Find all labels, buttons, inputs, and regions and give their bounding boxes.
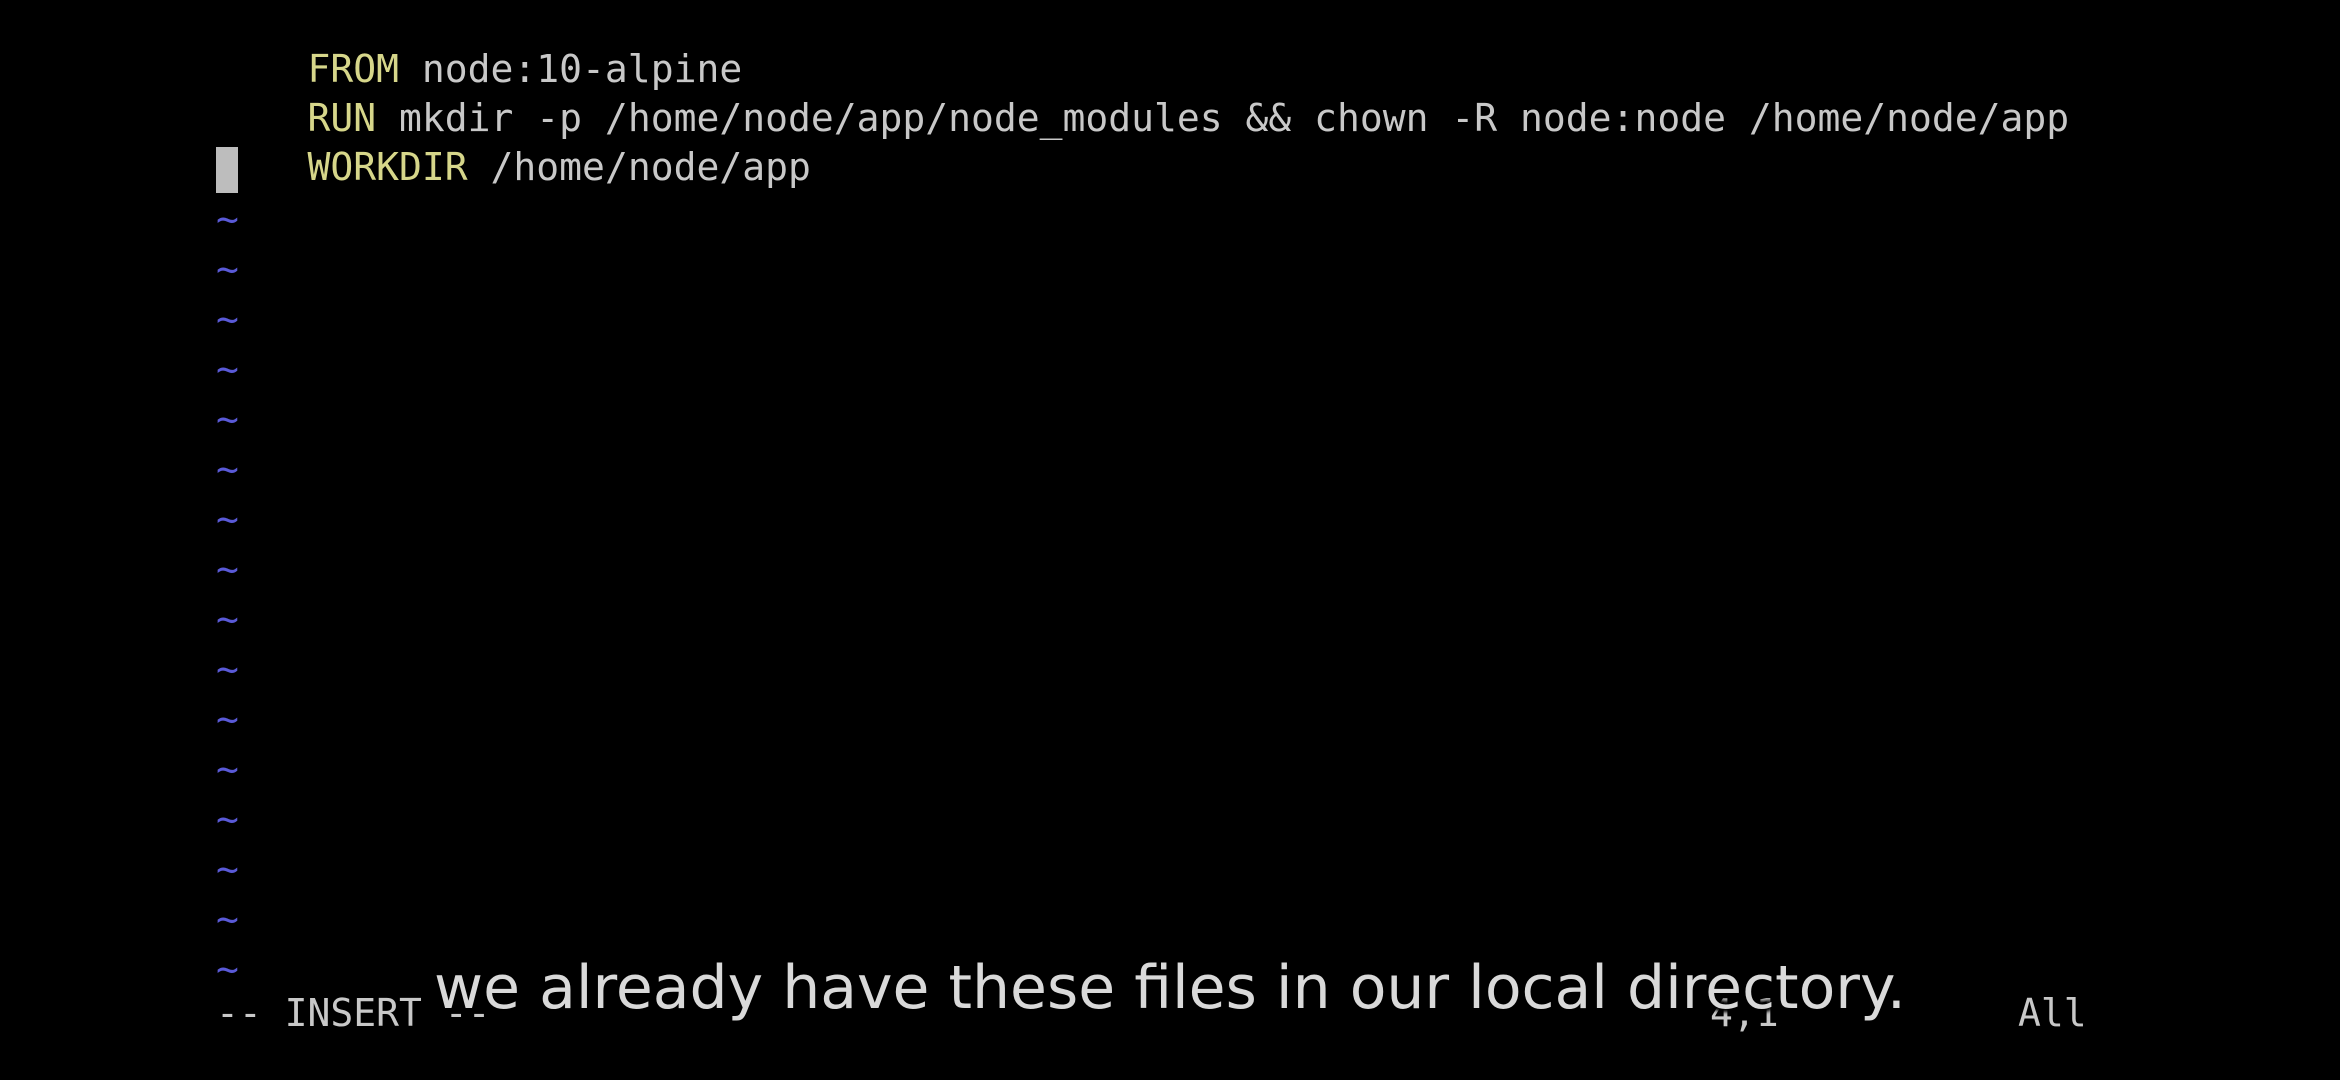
empty-line-marker: ~ [216, 647, 239, 691]
empty-line-marker: ~ [216, 447, 239, 491]
empty-line-marker: ~ [216, 497, 239, 541]
text-cursor [216, 147, 238, 193]
empty-line-marker: ~ [216, 347, 239, 391]
video-subtitle: we already have these files in our local… [434, 953, 1906, 1023]
empty-line-marker: ~ [216, 397, 239, 441]
vim-editor[interactable]: FROM node:10-alpine RUN mkdir -p /home/n… [216, 0, 2316, 1000]
code-line-2[interactable]: RUN mkdir -p /home/node/app/node_modules… [216, 49, 2070, 140]
code-line-3[interactable]: WORKDIR /home/node/app [216, 98, 811, 189]
empty-line-marker: ~ [216, 197, 239, 241]
empty-line-marker: ~ [216, 847, 239, 891]
empty-line-marker: ~ [216, 897, 239, 941]
line-text: /home/node/app [467, 145, 811, 189]
empty-line-marker: ~ [216, 597, 239, 641]
keyword: WORKDIR [307, 145, 468, 189]
empty-line-marker: ~ [216, 697, 239, 741]
empty-line-marker: ~ [216, 747, 239, 791]
empty-line-marker: ~ [216, 797, 239, 841]
empty-line-marker: ~ [216, 247, 239, 291]
code-line-1[interactable]: FROM node:10-alpine [216, 0, 743, 91]
empty-line-marker: ~ [216, 297, 239, 341]
empty-line-marker: ~ [216, 547, 239, 591]
